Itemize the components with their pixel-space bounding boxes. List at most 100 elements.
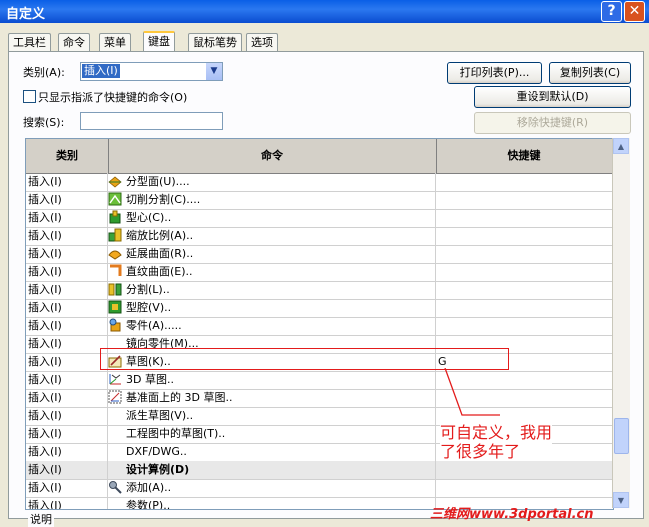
ruled-surface-icon [108,264,122,278]
row-shortcut[interactable] [438,191,608,209]
table-row[interactable]: 插入(I) 基准面上的 3D 草图.. [26,389,613,408]
window-title: 自定义 [6,7,46,22]
table-row[interactable]: 插入(I) 直纹曲面(E).. [26,263,613,282]
row-command: 型腔(V).. [108,299,433,317]
row-command: 型心(C).. [108,209,433,227]
table-row[interactable]: 插入(I) 零件(A)..... [26,317,613,336]
scroll-thumb[interactable] [614,418,629,454]
row-shortcut[interactable] [438,263,608,281]
scale-icon [108,228,122,242]
header-command[interactable]: 命令 [108,139,437,173]
row-shortcut[interactable] [438,173,608,191]
row-command: 直纹曲面(E).. [108,263,433,281]
blank-icon [108,426,122,440]
row-command: 派生草图(V).. [108,407,433,425]
row-command: 分型面(U).... [108,173,433,191]
remove-shortcut-button[interactable]: 移除快捷键(R) [474,112,631,134]
grid-divider [107,173,108,509]
print-list-button[interactable]: 打印列表(P)... [447,62,542,84]
table-row[interactable]: 插入(I) 分割(L).. [26,281,613,300]
chevron-down-icon[interactable]: ▼ [206,63,222,80]
blank-icon [108,408,122,422]
show-assigned-only-checkbox[interactable] [23,90,36,103]
table-row[interactable]: 插入(I) 型心(C).. [26,209,613,228]
row-category: 插入(I) [28,229,62,242]
table-row[interactable]: 插入(I) 型腔(V).. [26,299,613,318]
row-command: 参数(P).. [108,497,433,510]
highlight-box [100,348,509,370]
scroll-down-button[interactable]: ▼ [613,492,629,508]
row-command-label: 设计算例(D) [126,463,190,476]
row-shortcut[interactable] [438,245,608,263]
3d-sketch-icon [108,372,122,386]
row-shortcut[interactable] [438,281,608,299]
tab-commands[interactable]: 命令 [58,33,90,51]
grid-header: 类别 命令 快捷键 [26,139,613,174]
cavity-icon [108,300,122,314]
row-shortcut[interactable] [438,317,608,335]
part-icon [108,318,122,332]
row-category: 插入(I) [28,391,62,404]
row-command: 设计算例(D) [108,461,433,479]
core-icon [108,210,122,224]
row-command: 缩放比例(A).. [108,227,433,245]
tab-keyboard[interactable]: 键盘 [143,31,175,53]
tab-options[interactable]: 选项 [246,33,278,51]
row-command-label: DXF/DWG.. [126,445,187,458]
row-command: 分割(L).. [108,281,433,299]
header-category[interactable]: 类别 [26,139,109,173]
blank-icon [108,462,122,476]
tab-toolbars[interactable]: 工具栏 [8,33,51,51]
row-command-label: 零件(A)..... [126,319,182,332]
extend-surface-icon [108,246,122,260]
row-command-label: 派生草图(V).. [126,409,194,422]
category-value: 插入(I) [82,64,120,78]
row-shortcut[interactable] [438,479,608,497]
row-command: 零件(A)..... [108,317,433,335]
row-command-label: 直纹曲面(E).. [126,265,193,278]
row-category: 插入(I) [28,427,62,440]
category-select[interactable]: 插入(I) ▼ [80,62,223,81]
scroll-up-button[interactable]: ▲ [613,138,629,154]
close-button[interactable]: ✕ [624,1,645,22]
add-icon [108,480,122,494]
row-command-label: 工程图中的草图(T).. [126,427,226,440]
row-command: 切削分割(C).... [108,191,433,209]
copy-list-button[interactable]: 复制列表(C) [549,62,631,84]
row-category: 插入(I) [28,283,62,296]
tab-menus[interactable]: 菜单 [99,33,131,51]
row-command-label: 缩放比例(A).. [126,229,194,242]
table-row[interactable]: 插入(I) 切削分割(C).... [26,191,613,210]
table-row[interactable]: 插入(I) 分型面(U).... [26,173,613,192]
row-category: 插入(I) [28,337,62,350]
vertical-scrollbar[interactable]: ▲ ▼ [612,138,630,508]
search-input[interactable] [80,112,223,130]
row-command: 添加(A).. [108,479,433,497]
table-row[interactable]: 插入(I) 设计算例(D) [26,461,613,480]
row-category: 插入(I) [28,175,62,188]
row-shortcut[interactable] [438,299,608,317]
row-command-label: 分型面(U).... [126,175,190,188]
row-command: DXF/DWG.. [108,443,433,461]
table-row[interactable]: 插入(I) 缩放比例(A).. [26,227,613,246]
row-category: 插入(I) [28,409,62,422]
row-shortcut[interactable] [438,227,608,245]
description-label: 说明 [28,511,54,527]
table-row[interactable]: 插入(I) 添加(A).. [26,479,613,498]
row-category: 插入(I) [28,355,62,368]
row-command-label: 参数(P).. [126,499,171,510]
row-command-label: 分割(L).. [126,283,170,296]
header-shortcut[interactable]: 快捷键 [436,139,612,173]
row-command: 3D 草图.. [108,371,433,389]
split-icon [108,282,122,296]
table-row[interactable]: 插入(I) 延展曲面(R).. [26,245,613,264]
row-shortcut[interactable] [438,209,608,227]
annotation-line-1: 可自定义，我用 [440,423,553,442]
row-category: 插入(I) [28,481,62,494]
reset-default-button[interactable]: 重设到默认(D) [474,86,631,108]
table-row[interactable]: 插入(I) 3D 草图.. [26,371,613,390]
row-shortcut[interactable] [438,461,608,479]
row-command-label: 型腔(V).. [126,301,172,314]
help-button[interactable]: ? [601,1,622,22]
tab-mouse-gestures[interactable]: 鼠标笔势 [188,33,242,51]
